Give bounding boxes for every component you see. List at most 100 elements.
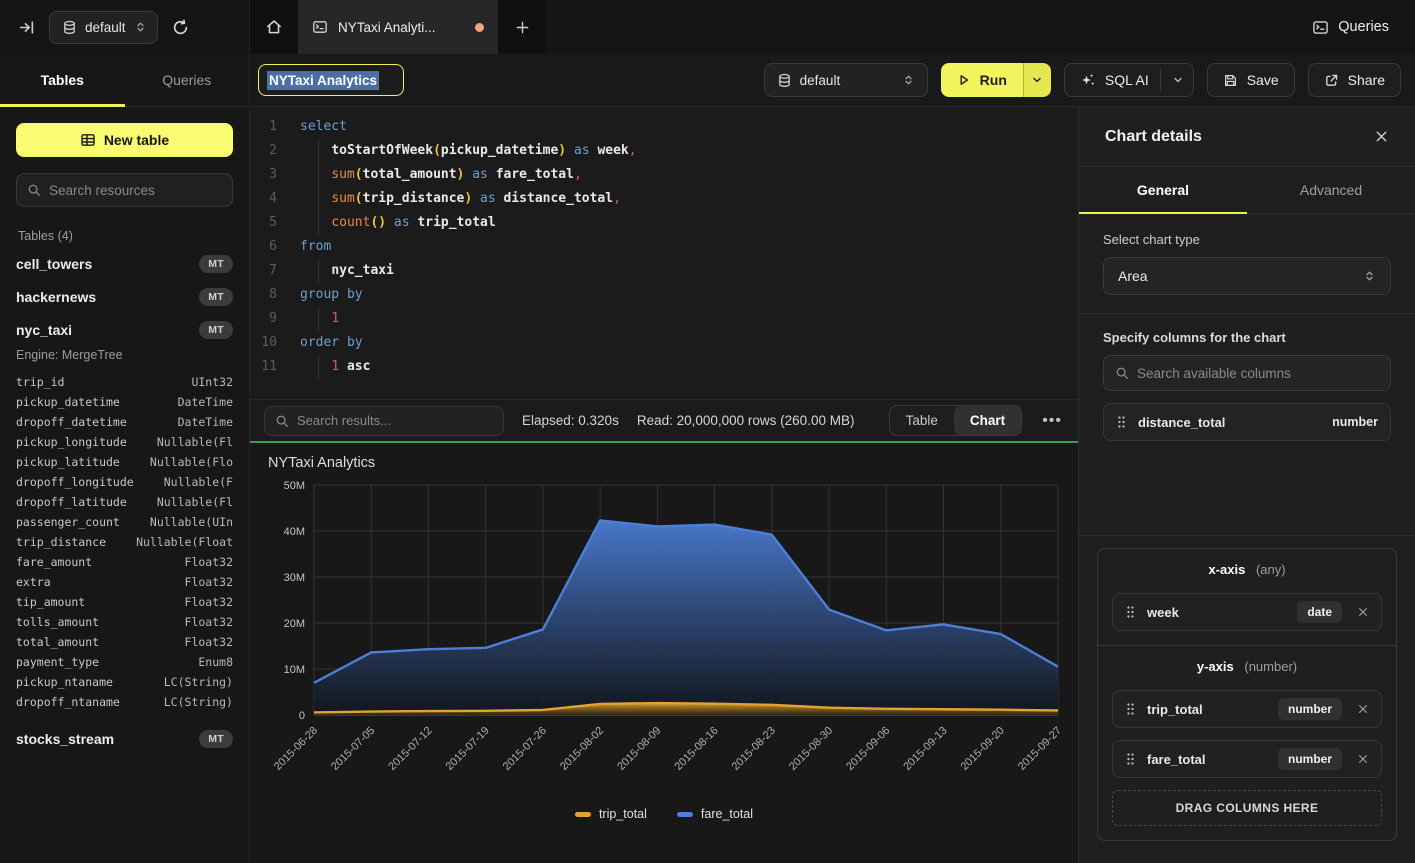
schema-column: dropoff_longitudeNullable(F (16, 472, 233, 492)
code-line: 1 asc (300, 355, 1078, 379)
sidebar-tab-tables[interactable]: Tables (0, 54, 125, 106)
drag-handle-icon[interactable] (1125, 752, 1136, 766)
terminal-icon (312, 19, 328, 35)
sidebar-tab-queries[interactable]: Queries (125, 54, 250, 106)
view-toggle-table[interactable]: Table (890, 406, 954, 435)
table-row[interactable]: stocks_streamMT (16, 722, 233, 755)
table-row[interactable]: hackernews MT (16, 280, 233, 313)
columns-search[interactable] (1103, 355, 1391, 391)
remove-column-icon[interactable] (1357, 703, 1369, 715)
legend-label: trip_total (599, 807, 647, 821)
table-name: cell_towers (16, 256, 92, 272)
share-label: Share (1348, 72, 1385, 88)
sidebar-search[interactable] (16, 173, 233, 207)
schema-column: pickup_longitudeNullable(Fl (16, 432, 233, 452)
database-icon (777, 73, 792, 88)
editor-code: select toStartOfWeek(pickup_datetime) as… (290, 115, 1078, 399)
chart-details-panel: Chart details General Advanced Select ch… (1078, 107, 1415, 863)
queries-button[interactable]: Queries (1312, 19, 1389, 36)
home-tab[interactable] (250, 0, 298, 54)
column-chip[interactable]: weekdate (1112, 593, 1382, 631)
code-line: select (300, 115, 1078, 139)
share-button[interactable]: Share (1308, 63, 1401, 97)
table-row[interactable]: nyc_taxiMT (16, 313, 233, 346)
column-chip-name: distance_total (1138, 415, 1225, 430)
column-type-badge: number (1278, 698, 1342, 720)
remove-column-icon[interactable] (1357, 606, 1369, 618)
sidebar-search-input[interactable] (49, 183, 222, 198)
chevron-down-icon[interactable] (1172, 74, 1184, 86)
svg-text:2015-08-23: 2015-08-23 (730, 725, 778, 773)
schema-column: fare_amountFloat32 (16, 552, 233, 572)
unsaved-dot (475, 23, 484, 32)
refresh-icon[interactable] (172, 19, 189, 36)
chart-section: NYTaxi Analytics 010M20M30M40M50M2015-06… (250, 443, 1078, 863)
line-number: 10 (250, 331, 277, 355)
sql-editor[interactable]: 1234567891011 select toStartOfWeek(picku… (250, 107, 1078, 399)
save-button[interactable]: Save (1207, 63, 1295, 97)
svg-text:30M: 30M (284, 572, 305, 584)
more-actions-icon[interactable]: ••• (1040, 412, 1064, 430)
results-toolbar: Elapsed: 0.320s Read: 20,000,000 rows (2… (250, 399, 1078, 443)
sparkle-icon (1080, 72, 1096, 88)
new-table-label: New table (104, 132, 169, 148)
drop-zone[interactable]: DRAG COLUMNS HERE (1112, 790, 1382, 826)
results-search-input[interactable] (297, 413, 493, 428)
results-chart: 010M20M30M40M50M2015-06-282015-07-052015… (264, 475, 1064, 805)
code-line: nyc_taxi (300, 259, 1078, 283)
table-row[interactable]: cell_towersMT (16, 247, 233, 280)
legend-item[interactable]: trip_total (575, 807, 647, 821)
new-table-button[interactable]: New table (16, 123, 233, 157)
query-tab[interactable]: NYTaxi Analyti... (298, 0, 498, 54)
table-engine: Engine: MergeTree (16, 346, 233, 370)
view-toggle-chart[interactable]: Chart (954, 406, 1021, 435)
column-chip-name: week (1147, 605, 1179, 620)
chevron-updown-icon (134, 20, 147, 34)
code-line: toStartOfWeek(pickup_datetime) as week, (300, 139, 1078, 163)
toolbar-database-selector[interactable]: default (764, 63, 928, 97)
column-chip[interactable]: trip_totalnumber (1112, 690, 1382, 728)
svg-text:2015-09-20: 2015-09-20 (959, 725, 1007, 773)
drag-handle-icon[interactable] (1116, 415, 1127, 429)
chart-type-select[interactable]: Area (1103, 257, 1391, 295)
schema-column: dropoff_latitudeNullable(Fl (16, 492, 233, 512)
table-name: hackernews (16, 289, 96, 305)
column-type-badge: number (1332, 415, 1378, 429)
line-number: 7 (250, 259, 277, 283)
new-tab-button[interactable] (498, 0, 546, 54)
schema-column: passenger_countNullable(UIn (16, 512, 233, 532)
drag-handle-icon[interactable] (1125, 702, 1136, 716)
engine-badge: MT (199, 288, 233, 306)
close-icon[interactable] (1374, 129, 1389, 144)
column-chip[interactable]: fare_totalnumber (1112, 740, 1382, 778)
collapse-sidebar-icon[interactable] (18, 19, 35, 36)
schema-column: dropoff_ntanameLC(String) (16, 692, 233, 712)
topbar-database-value: default (85, 20, 126, 35)
chart-legend: trip_total fare_total (264, 807, 1064, 821)
panel-title: Chart details (1105, 128, 1202, 146)
panel-tab-advanced[interactable]: Advanced (1247, 167, 1415, 213)
column-chip[interactable]: distance_total number (1103, 403, 1391, 441)
panel-tab-general[interactable]: General (1079, 167, 1247, 213)
engine-badge: MT (199, 321, 233, 339)
drag-handle-icon[interactable] (1125, 605, 1136, 619)
line-number: 2 (250, 139, 277, 163)
code-line: sum(total_amount) as fare_total, (300, 163, 1078, 187)
schema-column: dropoff_datetimeDateTime (16, 412, 233, 432)
run-options-button[interactable] (1023, 63, 1051, 97)
query-title-input[interactable]: NYTaxi Analytics (258, 64, 404, 96)
results-search[interactable] (264, 406, 504, 436)
sql-ai-button[interactable]: SQL AI (1064, 63, 1194, 97)
remove-column-icon[interactable] (1357, 753, 1369, 765)
save-icon (1223, 73, 1238, 88)
query-title-text: NYTaxi Analytics (267, 71, 379, 90)
editor-line-numbers: 1234567891011 (250, 115, 290, 399)
topbar-database-selector[interactable]: default (49, 11, 158, 44)
legend-item[interactable]: fare_total (677, 807, 753, 821)
columns-search-input[interactable] (1137, 366, 1379, 381)
schema-column: pickup_ntanameLC(String) (16, 672, 233, 692)
svg-text:2015-07-05: 2015-07-05 (329, 725, 377, 773)
svg-text:0: 0 (299, 710, 305, 722)
top-bar: default NYTaxi Analyti... (0, 0, 1415, 54)
run-button[interactable]: Run (941, 63, 1051, 97)
